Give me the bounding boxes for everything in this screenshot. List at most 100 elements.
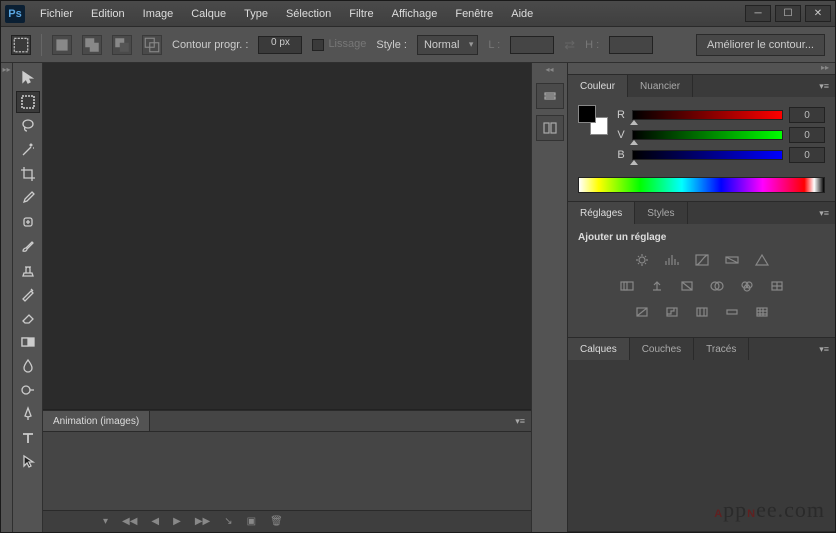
- color-swatches[interactable]: [578, 105, 608, 135]
- history-panel-button[interactable]: [536, 83, 564, 109]
- color-balance-icon[interactable]: [647, 277, 667, 295]
- anim-first-frame[interactable]: ◀◀: [122, 516, 137, 527]
- anim-new-frame[interactable]: ▣: [247, 516, 256, 527]
- color-panel-menu[interactable]: ▾≡: [813, 75, 835, 97]
- history-brush-tool[interactable]: [16, 283, 40, 305]
- properties-panel-button[interactable]: [536, 115, 564, 141]
- tab-reglages[interactable]: Réglages: [568, 202, 635, 224]
- options-bar: Contour progr. : 0 px Lissage Style : No…: [1, 27, 835, 63]
- style-select[interactable]: Normal: [417, 35, 478, 55]
- hue-sat-icon[interactable]: [617, 277, 637, 295]
- levels-icon[interactable]: [662, 251, 682, 269]
- selective-color-icon[interactable]: [752, 303, 772, 321]
- path-selection-tool[interactable]: [16, 451, 40, 473]
- menu-affichage[interactable]: Affichage: [383, 4, 447, 24]
- anim-play[interactable]: ▶: [173, 516, 181, 527]
- curves-icon[interactable]: [692, 251, 712, 269]
- gradient-map-icon[interactable]: [722, 303, 742, 321]
- feather-label: Contour progr. :: [172, 39, 248, 51]
- tab-nuancier[interactable]: Nuancier: [628, 75, 693, 97]
- channel-mixer-icon[interactable]: [737, 277, 757, 295]
- color-lookup-icon[interactable]: [767, 277, 787, 295]
- selection-add-icon[interactable]: [82, 35, 102, 55]
- exposure-icon[interactable]: [722, 251, 742, 269]
- menu-bar: Fichier Edition Image Calque Type Sélect…: [31, 4, 542, 24]
- adjustments-panel-menu[interactable]: ▾≡: [813, 202, 835, 224]
- selection-new-icon[interactable]: [52, 35, 72, 55]
- blur-tool[interactable]: [16, 355, 40, 377]
- black-white-icon[interactable]: [677, 277, 697, 295]
- move-tool[interactable]: [16, 67, 40, 89]
- invert-icon[interactable]: [632, 303, 652, 321]
- tab-styles[interactable]: Styles: [635, 202, 687, 224]
- anim-prev-frame[interactable]: ◀: [151, 516, 159, 527]
- r-slider[interactable]: [632, 110, 783, 120]
- color-spectrum[interactable]: [578, 177, 825, 193]
- foreground-swatch[interactable]: [578, 105, 596, 123]
- animation-controls: ▾ ◀◀ ◀ ▶ ▶▶ ↘ ▣ 🗑: [43, 510, 531, 532]
- vibrance-icon[interactable]: [752, 251, 772, 269]
- color-panel: Couleur Nuancier ▾≡ R0 V0 B0: [568, 75, 835, 202]
- antialias-checkbox: Lissage: [312, 38, 366, 50]
- b-slider[interactable]: [632, 150, 783, 160]
- brightness-icon[interactable]: [632, 251, 652, 269]
- threshold-icon[interactable]: [692, 303, 712, 321]
- selection-subtract-icon[interactable]: [112, 35, 132, 55]
- eyedropper-tool[interactable]: [16, 187, 40, 209]
- maximize-button[interactable]: ☐: [775, 5, 801, 22]
- clone-stamp-tool[interactable]: [16, 259, 40, 281]
- pen-tool[interactable]: [16, 403, 40, 425]
- anim-loop-select[interactable]: ▾: [103, 516, 108, 527]
- tab-traces[interactable]: Tracés: [694, 338, 749, 360]
- type-tool[interactable]: [16, 427, 40, 449]
- healing-brush-tool[interactable]: [16, 211, 40, 233]
- v-value[interactable]: 0: [789, 127, 825, 143]
- tab-calques[interactable]: Calques: [568, 338, 630, 360]
- marquee-tool[interactable]: [16, 91, 40, 113]
- canvas-area[interactable]: [43, 63, 531, 410]
- tab-couches[interactable]: Couches: [630, 338, 694, 360]
- close-button[interactable]: ✕: [805, 5, 831, 22]
- layers-panel-menu[interactable]: ▾≡: [813, 338, 835, 360]
- animation-panel-menu[interactable]: ▾≡: [509, 416, 531, 427]
- magic-wand-tool[interactable]: [16, 139, 40, 161]
- v-label: V: [616, 129, 626, 141]
- panels-expander[interactable]: ▸▸: [568, 63, 835, 75]
- menu-fichier[interactable]: Fichier: [31, 4, 82, 24]
- feather-input[interactable]: 0 px: [258, 36, 302, 54]
- minimize-button[interactable]: ─: [745, 5, 771, 22]
- menu-filtre[interactable]: Filtre: [340, 4, 382, 24]
- selection-intersect-icon[interactable]: [142, 35, 162, 55]
- menu-edition[interactable]: Edition: [82, 4, 134, 24]
- marquee-preset-icon[interactable]: [11, 35, 31, 55]
- dodge-tool[interactable]: [16, 379, 40, 401]
- lasso-tool[interactable]: [16, 115, 40, 137]
- style-label: Style :: [376, 39, 407, 51]
- anim-delete-frame[interactable]: 🗑: [270, 516, 283, 527]
- titlebar: Ps Fichier Edition Image Calque Type Sél…: [1, 1, 835, 27]
- anim-tween[interactable]: ↘: [224, 516, 232, 527]
- dock-expander[interactable]: ◂◂: [545, 65, 553, 77]
- menu-type[interactable]: Type: [235, 4, 277, 24]
- gradient-tool[interactable]: [16, 331, 40, 353]
- v-slider[interactable]: [632, 130, 783, 140]
- brush-tool[interactable]: [16, 235, 40, 257]
- tab-couleur[interactable]: Couleur: [568, 75, 628, 97]
- menu-calque[interactable]: Calque: [182, 4, 235, 24]
- b-value[interactable]: 0: [789, 147, 825, 163]
- menu-selection[interactable]: Sélection: [277, 4, 340, 24]
- crop-tool[interactable]: [16, 163, 40, 185]
- animation-tab[interactable]: Animation (images): [43, 411, 150, 431]
- eraser-tool[interactable]: [16, 307, 40, 329]
- photo-filter-icon[interactable]: [707, 277, 727, 295]
- menu-fenetre[interactable]: Fenêtre: [446, 4, 502, 24]
- posterize-icon[interactable]: [662, 303, 682, 321]
- toolbox-expander[interactable]: ▸▸: [1, 63, 13, 532]
- anim-next-frame[interactable]: ▶▶: [195, 516, 210, 527]
- collapsed-dock: ◂◂: [531, 63, 567, 532]
- r-value[interactable]: 0: [789, 107, 825, 123]
- refine-edge-button[interactable]: Améliorer le contour...: [696, 34, 825, 56]
- menu-image[interactable]: Image: [134, 4, 183, 24]
- add-adjustment-label: Ajouter un réglage: [578, 232, 825, 243]
- menu-aide[interactable]: Aide: [502, 4, 542, 24]
